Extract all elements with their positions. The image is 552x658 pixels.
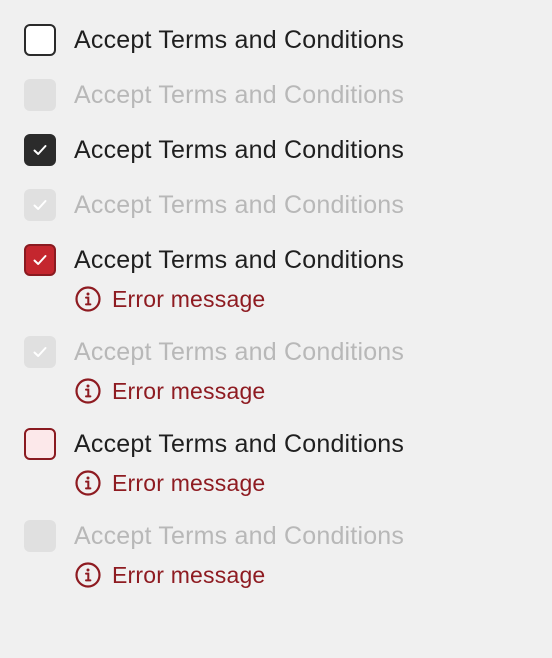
error-message-row: Error message	[74, 561, 544, 589]
checkbox-error-unchecked[interactable]	[24, 428, 56, 460]
checkbox-label[interactable]: Accept Terms and Conditions	[74, 246, 404, 275]
checkbox-item-checked: Accept Terms and Conditions	[24, 134, 544, 166]
info-circle-icon	[75, 562, 101, 588]
checkbox-label[interactable]: Accept Terms and Conditions	[74, 430, 404, 459]
checkbox-label: Accept Terms and Conditions	[74, 190, 405, 219]
checkbox-disabled-checked	[24, 336, 56, 368]
checkbox-item-error-checked: Accept Terms and Conditions Error messag…	[24, 244, 544, 313]
checkmark-icon	[33, 200, 47, 210]
checkbox-unchecked[interactable]	[24, 24, 56, 56]
checkbox-item-disabled-checked: Accept Terms and Conditions	[24, 189, 544, 221]
checkbox-label[interactable]: Accept Terms and Conditions	[74, 136, 404, 165]
info-circle-icon	[75, 378, 101, 404]
checkbox-label: Accept Terms and Conditions	[74, 80, 405, 109]
checkbox-disabled-checked	[24, 189, 56, 221]
checkbox-item-error-unchecked: Accept Terms and Conditions Error messag…	[24, 428, 544, 497]
checkbox-checked[interactable]	[24, 134, 56, 166]
checkmark-icon	[33, 255, 47, 265]
checkbox-disabled	[24, 79, 56, 111]
error-message-row: Error message	[74, 285, 544, 313]
info-circle-icon	[75, 286, 101, 312]
checkbox-label[interactable]: Accept Terms and Conditions	[74, 26, 404, 55]
checkbox-item-unchecked: Accept Terms and Conditions	[24, 24, 544, 56]
checkbox-label: Accept Terms and Conditions	[74, 521, 405, 550]
checkbox-item-disabled: Accept Terms and Conditions	[24, 79, 544, 111]
error-message: Error message	[112, 469, 266, 496]
checkmark-icon	[33, 347, 47, 357]
checkbox-disabled	[24, 520, 56, 552]
error-message-row: Error message	[74, 469, 544, 497]
checkbox-item-disabled-checked-error: Accept Terms and Conditions Error messag…	[24, 336, 544, 405]
checkbox-item-disabled-error: Accept Terms and Conditions Error messag…	[24, 520, 544, 589]
checkmark-icon	[33, 145, 47, 155]
error-message: Error message	[112, 561, 266, 588]
error-message: Error message	[112, 285, 266, 312]
info-circle-icon	[75, 470, 101, 496]
checkbox-list: Accept Terms and Conditions Accept Terms…	[24, 24, 544, 612]
error-message-row: Error message	[74, 377, 544, 405]
checkbox-label: Accept Terms and Conditions	[74, 337, 405, 366]
checkbox-error-checked[interactable]	[24, 244, 56, 276]
error-message: Error message	[112, 377, 266, 404]
